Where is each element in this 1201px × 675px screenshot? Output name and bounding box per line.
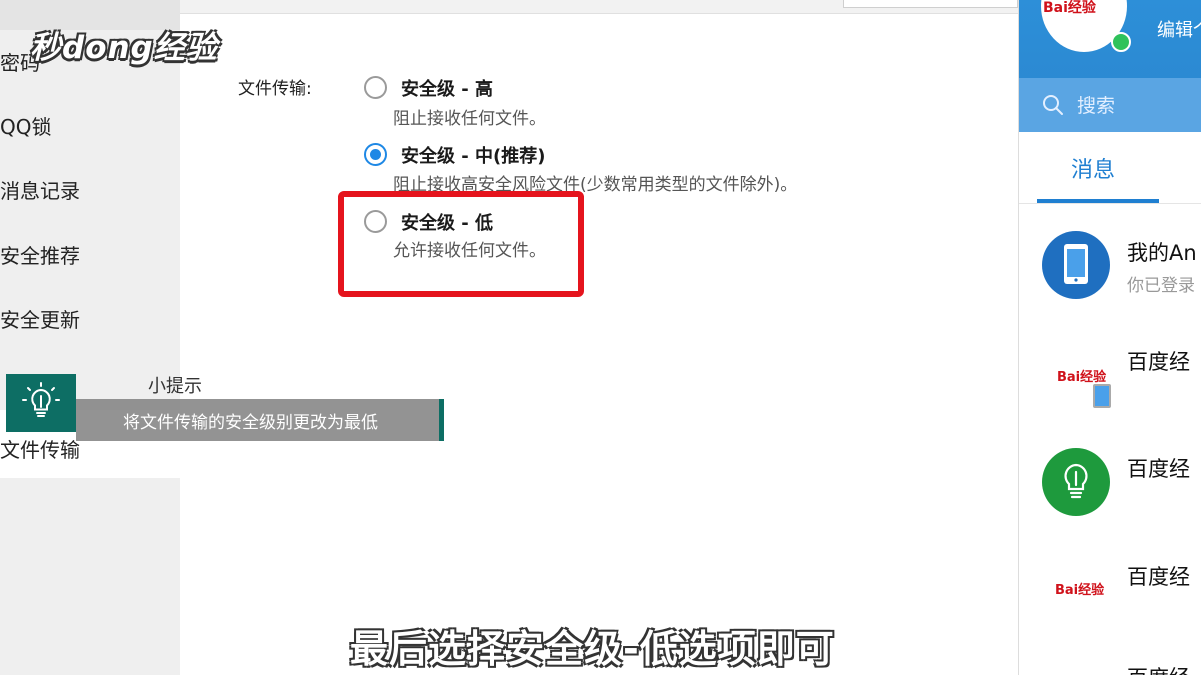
chat-item-title[interactable]: 百度经 [1127, 346, 1190, 376]
sidebar-item-security-update[interactable]: 安全更新 [0, 304, 80, 333]
online-status-dot [1111, 32, 1131, 52]
security-high-title[interactable]: 安全级 - 高 [401, 75, 493, 101]
security-high-radio[interactable] [364, 76, 387, 99]
baidu-jingyan-logo: Bai经验 [1041, 358, 1111, 428]
file-transfer-label: 文件传输: [238, 79, 312, 99]
sidebar-item-security-recommend[interactable]: 安全推荐 [0, 240, 80, 269]
tip-text: 将文件传输的安全级别更改为最低 [123, 413, 378, 433]
tip-title: 小提示 [148, 376, 202, 397]
green-lightbulb-icon [1041, 447, 1111, 517]
phone-icon [1041, 230, 1111, 300]
chat-item-subtitle: 你已登录 [1127, 276, 1195, 296]
sidebar-item-file-transfer[interactable]: 文件传输 [0, 434, 80, 463]
phone-badge-icon [1093, 384, 1111, 408]
chat-panel: Bai经验 编辑个 搜索 消息 我的An 你已登录 Bai经验 百度经 [1018, 0, 1201, 675]
search-icon [1043, 95, 1063, 115]
sidebar-item-message-history[interactable]: 消息记录 [0, 175, 80, 204]
sidebar-item-qq-lock[interactable]: QQ锁 [0, 111, 51, 140]
tab-messages[interactable]: 消息 [1071, 152, 1115, 184]
top-search-field[interactable] [843, 0, 1018, 8]
baidu-jingyan-logo: Bai经验 [1055, 583, 1105, 598]
security-medium-radio[interactable] [364, 143, 387, 166]
lightbulb-icon [6, 374, 76, 432]
search-placeholder: 搜索 [1077, 95, 1116, 117]
chat-item-title[interactable]: 百度经 [1127, 561, 1190, 591]
tab-divider [1019, 203, 1201, 204]
chat-item-title[interactable]: 百度经 [1127, 453, 1190, 483]
settings-sidebar: 密码 QQ锁 消息记录 安全推荐 安全更新 文件传输 [0, 0, 180, 675]
chat-item-title[interactable]: 百度经 [1127, 662, 1190, 675]
security-high-desc: 阻止接收任何文件。 [393, 109, 546, 129]
avatar-brand: Bai经验 [1043, 0, 1096, 16]
chat-search-bar[interactable]: 搜索 [1019, 78, 1201, 132]
edit-profile-link[interactable]: 编辑个 [1157, 16, 1201, 42]
highlight-box [338, 191, 584, 297]
security-medium-title[interactable]: 安全级 - 中(推荐) [401, 142, 545, 168]
video-subtitle: 最后选择安全级-低选项即可 [350, 627, 835, 671]
watermark-logo: 秒dong经验 [30, 30, 218, 66]
chat-item-title[interactable]: 我的An [1127, 237, 1197, 267]
